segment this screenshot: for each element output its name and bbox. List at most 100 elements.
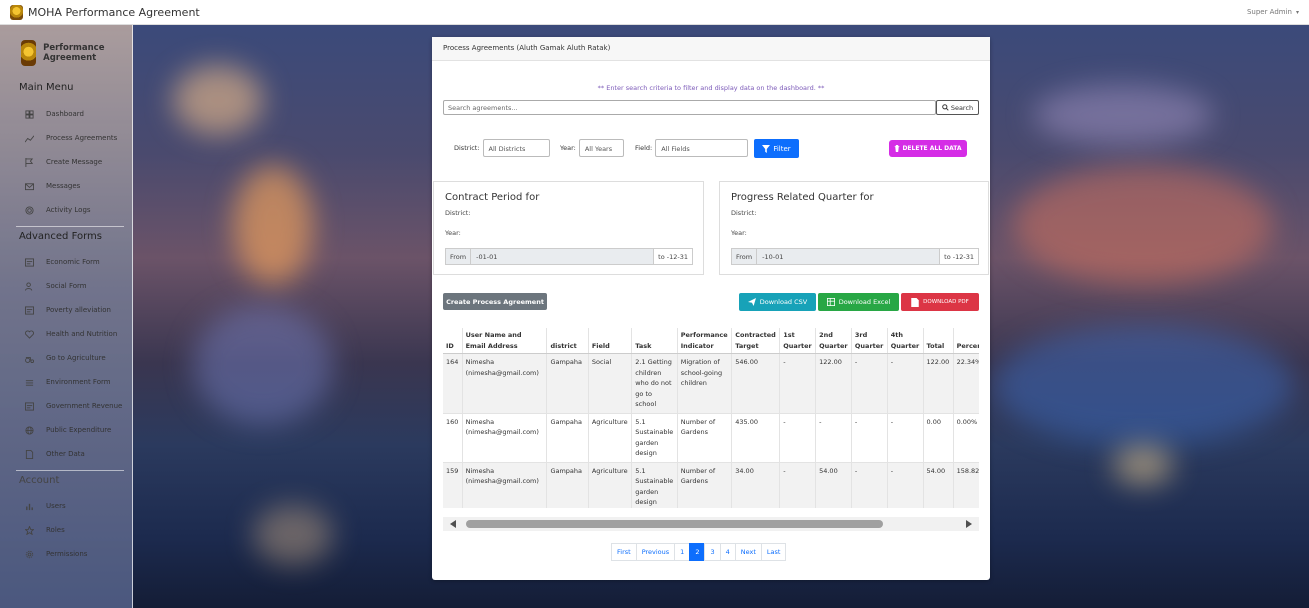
table-cell: -: [887, 413, 924, 463]
sidebar-item-label: Environment Form: [46, 378, 111, 386]
table-cell: 122.00: [815, 353, 852, 414]
sidebar-item-economic-form[interactable]: Economic Form: [0, 250, 132, 274]
user-menu[interactable]: Super Admin ▾: [1247, 8, 1299, 16]
column-header[interactable]: 4th Quarter: [887, 328, 924, 354]
table-cell: 164: [443, 353, 463, 414]
page-last[interactable]: Last: [760, 543, 787, 561]
create-agreement-button[interactable]: Create Process Agreement: [443, 293, 547, 310]
divider: [16, 226, 124, 227]
sidebar: Performance Agreement Main Menu Dashboar…: [0, 25, 133, 608]
column-header[interactable]: 1st Quarter: [779, 328, 817, 354]
sidebar-item-permissions[interactable]: Permissions: [0, 542, 132, 566]
scroll-right-arrow-icon[interactable]: [966, 520, 972, 528]
range-from: From: [446, 249, 472, 264]
table-cell: Gampaha: [546, 413, 589, 463]
horizontal-scrollbar[interactable]: [443, 517, 979, 531]
search-hint: ** Enter search criteria to filter and d…: [597, 84, 825, 92]
sidebar-item-dashboard[interactable]: Dashboard: [0, 102, 132, 126]
sidebar-item-label: Dashboard: [46, 110, 84, 118]
sidebar-item-label: Economic Form: [46, 258, 100, 266]
sidebar-item-label: Social Form: [46, 282, 87, 290]
flag-icon: [24, 157, 35, 168]
agreements-table: ID User Name and Email Address district Fie…: [443, 328, 979, 508]
table-cell: Nimesha (nimesha@gmail.com): [462, 413, 548, 463]
star-icon: [24, 525, 35, 536]
sidebar-item-poverty-alleviation[interactable]: Poverty alleviation: [0, 298, 132, 322]
app-brand[interactable]: MOHA Performance Agreement: [10, 4, 200, 20]
page-next[interactable]: Next: [734, 543, 762, 561]
page-first[interactable]: First: [611, 543, 637, 561]
sidebar-item-other-data[interactable]: Other Data: [0, 442, 132, 466]
download-excel-button[interactable]: Download Excel: [818, 293, 899, 311]
field-select[interactable]: All Fields: [655, 139, 749, 157]
sidebar-item-messages[interactable]: Messages: [0, 174, 132, 198]
page-1[interactable]: 1: [674, 543, 691, 561]
page-previous[interactable]: Previous: [635, 543, 676, 561]
page-2[interactable]: 2: [689, 543, 706, 561]
sidebar-item-label: Poverty alleviation: [46, 306, 111, 314]
scrollbar-thumb[interactable]: [466, 520, 883, 528]
column-header[interactable]: Contracted Target: [731, 328, 781, 354]
table-cell: 158.82%: [953, 462, 979, 508]
page-3[interactable]: 3: [704, 543, 721, 561]
column-header[interactable]: Task: [631, 328, 678, 354]
sidebar-item-social-form[interactable]: Social Form: [0, 274, 132, 298]
divider: [16, 470, 124, 471]
sidebar-item-go-to-agriculture[interactable]: Go to Agriculture: [0, 346, 132, 370]
table-cell: Gampaha: [546, 462, 589, 508]
field-label: Field:: [635, 144, 653, 152]
search-button[interactable]: Search: [936, 100, 979, 115]
sidebar-item-process-agreements[interactable]: Process Agreements: [0, 126, 132, 150]
sidebar-brand[interactable]: Performance Agreement: [0, 25, 132, 69]
column-header[interactable]: Total: [923, 328, 954, 354]
column-header[interactable]: district: [546, 328, 589, 354]
table-cell: 160: [443, 413, 463, 463]
sidebar-item-government-revenue[interactable]: Government Revenue: [0, 394, 132, 418]
column-header[interactable]: User Name and Email Address: [462, 328, 548, 354]
sidebar-item-label: Permissions: [46, 550, 88, 558]
column-header[interactable]: ID: [443, 328, 463, 354]
year-select[interactable]: All Years: [578, 139, 624, 157]
card-header: Process Agreements (Aluth Gamak Aluth Ra…: [432, 37, 990, 61]
progress-date-range[interactable]: From -10-01 to -12-31: [731, 248, 979, 265]
district-select[interactable]: All Districts: [482, 139, 550, 157]
sidebar-item-activity-logs[interactable]: Activity Logs: [0, 198, 132, 222]
download-pdf-button[interactable]: DOWNLOAD PDF: [901, 293, 979, 311]
column-header[interactable]: 2nd Quarter: [815, 328, 852, 354]
scroll-left-arrow-icon[interactable]: [450, 520, 456, 528]
contract-date-range[interactable]: From -01-01 to -12-31: [445, 248, 693, 265]
progress-year-label: Year:: [731, 229, 747, 237]
sidebar-item-public-expenditure[interactable]: Public Expenditure: [0, 418, 132, 442]
table-row[interactable]: 164 Nimesha (nimesha@gmail.com) Gampaha Soc…: [443, 353, 979, 414]
range-start: -01-01: [471, 249, 654, 264]
sidebar-item-label: Process Agreements: [46, 134, 118, 142]
table-cell: 54.00: [923, 462, 954, 508]
table-row[interactable]: 160 Nimesha (nimesha@gmail.com) Gampaha Agr…: [443, 413, 979, 463]
sidebar-item-label: Create Message: [46, 158, 103, 166]
search-input[interactable]: Search agreements...: [443, 100, 936, 115]
year-label: Year:: [560, 144, 576, 152]
sidebar-item-roles[interactable]: Roles: [0, 518, 132, 542]
sidebar-item-users[interactable]: Users: [0, 494, 132, 518]
sidebar-item-health-and-nutrition[interactable]: Health and Nutrition: [0, 322, 132, 346]
table-cell: Number of Gardens: [677, 462, 733, 508]
delete-all-button[interactable]: DELETE ALL DATA: [889, 140, 967, 157]
heart-icon: [24, 329, 35, 340]
column-header[interactable]: Performance Indicator: [677, 328, 733, 354]
bar-chart-icon: [24, 501, 35, 512]
filter-button[interactable]: Filter: [754, 139, 799, 158]
sidebar-item-environment-form[interactable]: Environment Form: [0, 370, 132, 394]
column-header[interactable]: Field: [588, 328, 633, 354]
pagination: First Previous 1 2 3 4 Next Last: [611, 543, 787, 561]
download-csv-button[interactable]: Download CSV: [739, 293, 816, 311]
gear-icon: [24, 549, 35, 560]
column-header[interactable]: 3rd Quarter: [851, 328, 888, 354]
lines-icon: [24, 377, 35, 388]
table-cell: Agriculture: [588, 462, 633, 508]
column-header[interactable]: Percentage: [953, 328, 979, 354]
emblem-icon: [10, 4, 23, 20]
sidebar-item-label: Roles: [46, 526, 65, 534]
sidebar-item-create-message[interactable]: Create Message: [0, 150, 132, 174]
page-4[interactable]: 4: [719, 543, 736, 561]
table-row[interactable]: 159 Nimesha (nimesha@gmail.com) Gampaha Agr…: [443, 462, 979, 508]
